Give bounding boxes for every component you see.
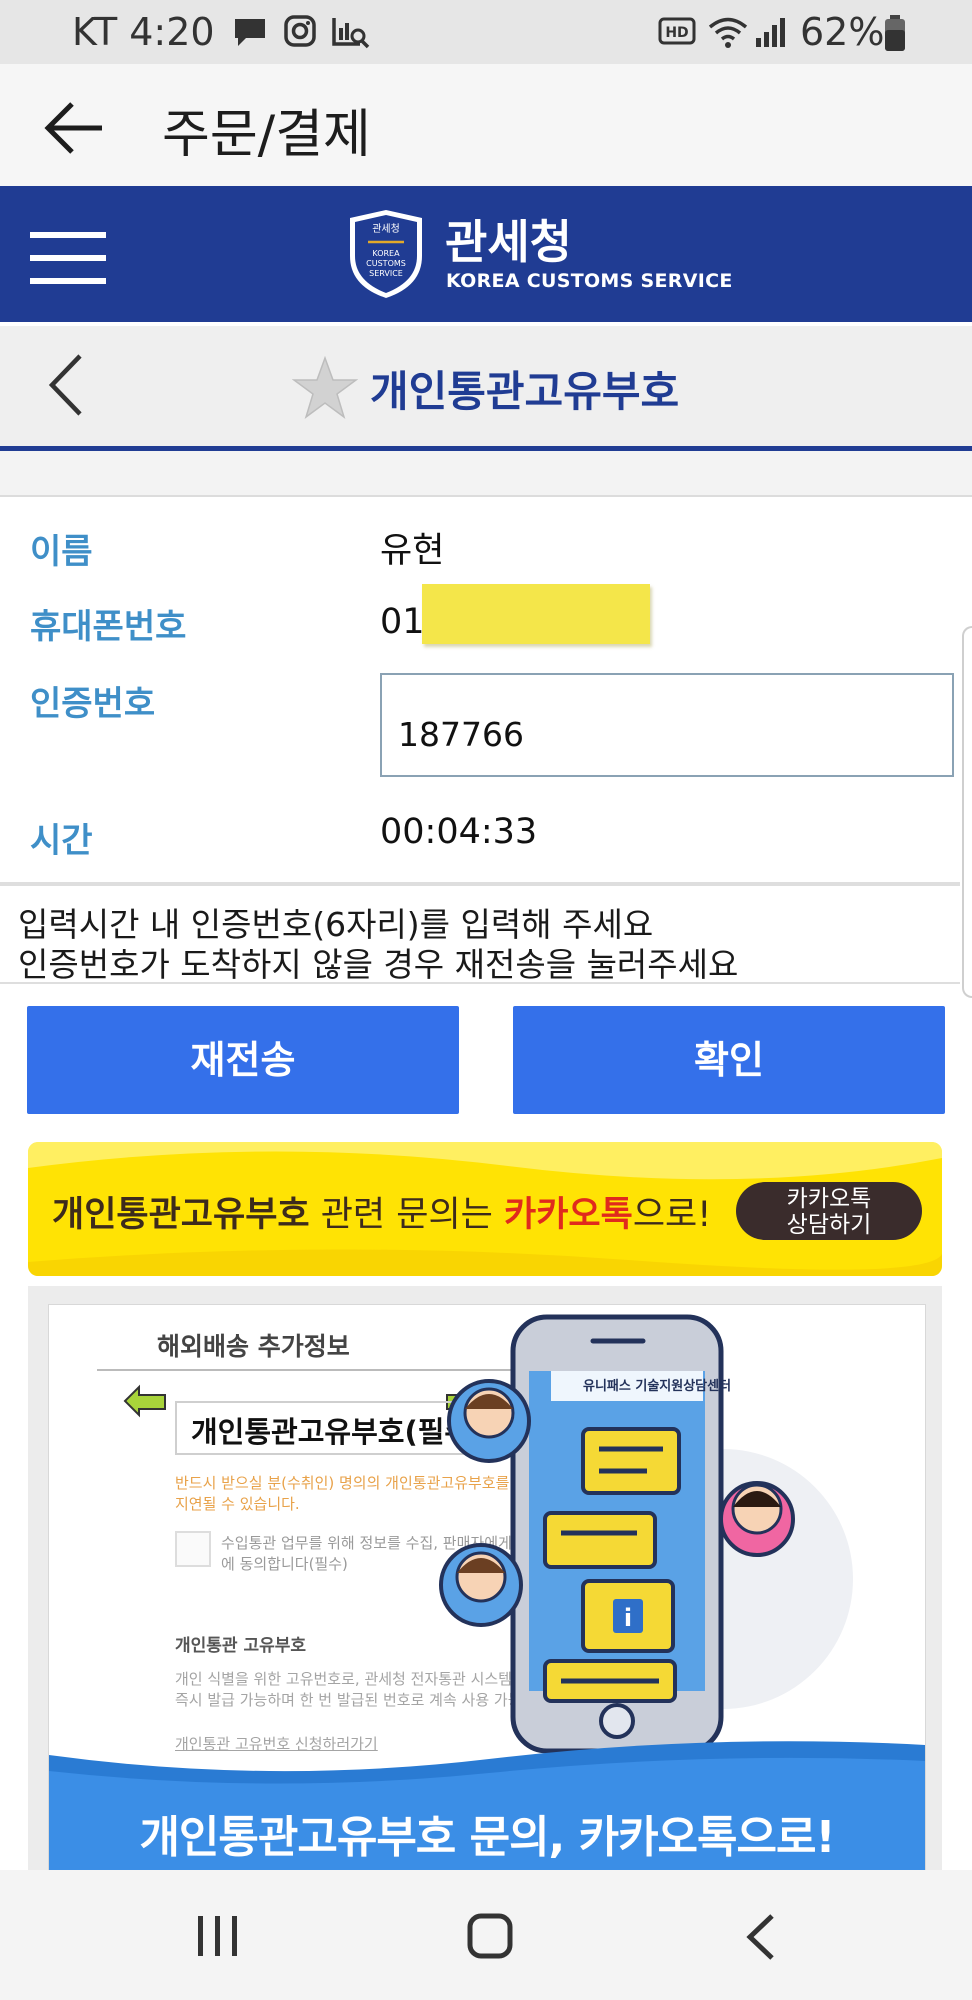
auth-code-input[interactable] bbox=[398, 715, 918, 754]
gallery-search-icon bbox=[332, 18, 370, 49]
pill-line-1: 카카오톡 bbox=[786, 1186, 872, 1212]
promo-subtitle: 개인통관 고유부호 bbox=[175, 1636, 307, 1656]
kakao-consult-button[interactable]: 카카오톡 상담하기 bbox=[736, 1182, 922, 1240]
signal-icon bbox=[756, 18, 785, 47]
hamburger-menu-icon[interactable] bbox=[30, 230, 106, 286]
scroll-indicator[interactable] bbox=[962, 626, 972, 998]
auth-code-field[interactable] bbox=[380, 673, 954, 777]
section-title: 개인통관고유부호 bbox=[370, 367, 680, 416]
instagram-icon bbox=[284, 15, 316, 47]
customs-header: 관세청 KOREA CUSTOMS SERVICE 관세청 KOREA CUST… bbox=[0, 186, 972, 322]
svg-text:HD: HD bbox=[665, 25, 688, 41]
pill-line-2: 상담하기 bbox=[786, 1212, 872, 1238]
system-nav-bar bbox=[0, 1870, 972, 2000]
status-time: KT 4:20 bbox=[72, 10, 215, 54]
banner-kakao-word: 카카오톡 bbox=[504, 1195, 633, 1235]
svg-text:관세청: 관세청 bbox=[372, 223, 400, 235]
phone-label: 휴대폰번호 bbox=[30, 607, 187, 647]
timer-value: 00:04:33 bbox=[380, 812, 538, 852]
svg-text:KOREA: KOREA bbox=[372, 249, 400, 258]
name-label: 이름 bbox=[30, 532, 93, 572]
banner-text-end: 으로! bbox=[632, 1195, 712, 1235]
auth-code-label: 인증번호 bbox=[30, 684, 156, 724]
customs-subtitle: KOREA CUSTOMS SERVICE bbox=[446, 270, 733, 292]
status-bar: KT 4:20 HD 62% bbox=[0, 0, 972, 64]
banner-keyword: 개인통관고유부호 bbox=[52, 1195, 310, 1235]
left-pointer-icon bbox=[123, 1384, 166, 1418]
svg-text:CUSTOMS: CUSTOMS bbox=[366, 259, 406, 268]
kakao-inquiry-banner[interactable]: 개인통관고유부호 관련 문의는 카카오톡으로! 카카오톡 상담하기 bbox=[28, 1142, 942, 1276]
page-title: 주문/결제 bbox=[162, 105, 371, 165]
home-icon[interactable] bbox=[466, 1912, 514, 1960]
message-icon bbox=[235, 19, 265, 46]
spacer bbox=[0, 451, 972, 497]
back-nav-icon[interactable] bbox=[744, 1912, 778, 1962]
notice-line-2: 인증번호가 도착하지 않을 경우 재전송을 눌러주세요 bbox=[18, 945, 739, 984]
phone-header-text: 유니패스 기술지원상담센터 bbox=[583, 1379, 732, 1394]
back-arrow-icon[interactable] bbox=[42, 100, 106, 156]
notice-box: 입력시간 내 인증번호(6자리)를 입력해 주세요 인증번호가 도착하지 않을 … bbox=[0, 886, 960, 984]
time-label: 시간 bbox=[30, 821, 93, 861]
svg-text:SERVICE: SERVICE bbox=[369, 269, 403, 278]
wifi-icon bbox=[708, 17, 748, 48]
confirm-button[interactable]: 확인 bbox=[513, 1006, 945, 1114]
resend-button[interactable]: 재전송 bbox=[27, 1006, 459, 1114]
battery-icon bbox=[885, 15, 905, 51]
chevron-left-icon[interactable] bbox=[46, 352, 86, 418]
customs-emblem-logo: 관세청 KOREA CUSTOMS SERVICE bbox=[350, 210, 422, 298]
promo-section-title: 해외배송 추가정보 bbox=[157, 1332, 350, 1361]
customs-name: 관세청 bbox=[445, 215, 572, 269]
kakao-banner-message: 개인통관고유부호 관련 문의는 카카오톡으로! bbox=[52, 1186, 711, 1237]
svg-text:i: i bbox=[624, 1604, 632, 1632]
banner-text: 관련 문의는 bbox=[309, 1195, 504, 1235]
promo-illustration: 해외배송 추가정보 개인통관고유부호(필수) 반드시 받으실 분(수취인) 명의… bbox=[48, 1304, 926, 1872]
promo-checkbox bbox=[175, 1531, 211, 1567]
battery-percent: 62% bbox=[800, 10, 885, 54]
phone-value: 01 bbox=[380, 602, 425, 642]
promo-bottom-text: 개인통관고유부호 문의, 카카오톡으로! bbox=[139, 1812, 835, 1863]
star-icon[interactable] bbox=[292, 356, 358, 420]
name-value: 유현 bbox=[380, 531, 445, 571]
hd-voice-icon: HD bbox=[658, 17, 696, 45]
redaction-highlight bbox=[422, 584, 650, 644]
section-header: 개인통관고유부호 bbox=[0, 326, 972, 451]
recent-apps-icon[interactable] bbox=[196, 1914, 242, 1958]
app-bar: 주문/결제 bbox=[0, 64, 972, 188]
